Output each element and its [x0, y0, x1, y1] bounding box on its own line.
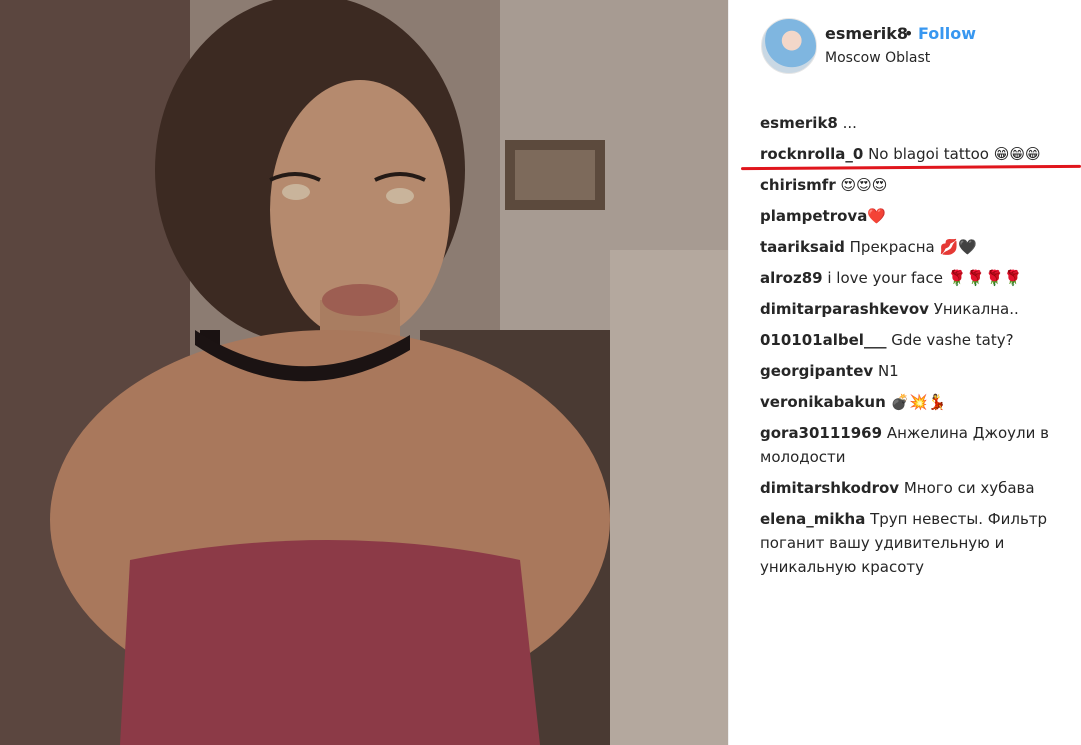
comment-text: Прекрасна 💋🖤: [849, 238, 977, 256]
comment-username[interactable]: elena_mikha: [760, 510, 865, 528]
comment-text: Уникална..: [933, 300, 1019, 318]
comment-username[interactable]: gora30111969: [760, 424, 882, 442]
comment-username[interactable]: chirismfr: [760, 176, 836, 194]
comment-item: gora30111969 Анжелина Джоули в молодости: [760, 421, 1078, 469]
comment-item: 010101albel___ Gde vashe taty?: [760, 328, 1078, 352]
comment-item: dimitarshkodrov Много си хубава: [760, 476, 1078, 500]
comment-username[interactable]: dimitarshkodrov: [760, 479, 899, 497]
comment-item: georgipantev N1: [760, 359, 1078, 383]
comment-username[interactable]: taariksaid: [760, 238, 845, 256]
comment-username[interactable]: plampetrova: [760, 207, 867, 225]
comment-username[interactable]: veronikabakun: [760, 393, 886, 411]
post-sidebar: esmerik8 • Follow Moscow Oblast esmerik8…: [728, 0, 1081, 745]
comment-username[interactable]: georgipantev: [760, 362, 873, 380]
comment-text: i love your face 🌹🌹🌹🌹: [827, 269, 1023, 287]
comment-text: N1: [877, 362, 899, 380]
portrait-photo-illustration: [0, 0, 728, 745]
comment-text: Gde vashe taty?: [891, 331, 1014, 349]
comment-item: veronikabakun 💣💥💃: [760, 390, 1078, 414]
comment-username[interactable]: dimitarparashkevov: [760, 300, 929, 318]
comment-text: ...: [842, 114, 857, 132]
comment-text: Много си хубава: [903, 479, 1035, 497]
comment-item: plampetrova❤️: [760, 204, 1078, 228]
separator-dot: •: [904, 24, 914, 43]
comment-item: esmerik8 ...: [760, 111, 1078, 135]
comment-username[interactable]: rocknrolla_0: [760, 145, 863, 163]
follow-button[interactable]: Follow: [918, 24, 976, 43]
comment-text: 💣💥💃: [890, 393, 947, 411]
comment-username[interactable]: esmerik8: [760, 114, 838, 132]
comment-item: taariksaid Прекрасна 💋🖤: [760, 235, 1078, 259]
post-header: esmerik8 • Follow Moscow Oblast: [761, 18, 1081, 74]
comment-item: rocknrolla_0 No blagoi tattoo 😁😁😁: [760, 142, 1078, 166]
post-location[interactable]: Moscow Oblast: [825, 50, 930, 66]
comment-text: 😍😍😍: [840, 176, 888, 194]
user-avatar[interactable]: [761, 18, 817, 74]
comments-list: esmerik8 ... rocknrolla_0 No blagoi tatt…: [760, 111, 1078, 586]
comment-text: ❤️: [867, 207, 887, 225]
comment-item: alroz89 i love your face 🌹🌹🌹🌹: [760, 266, 1078, 290]
post-username[interactable]: esmerik8: [825, 24, 908, 43]
post-photo: [0, 0, 728, 745]
comment-text: No blagoi tattoo 😁😁😁: [868, 145, 1041, 163]
comment-item: dimitarparashkevov Уникална..: [760, 297, 1078, 321]
comment-username[interactable]: alroz89: [760, 269, 823, 287]
comment-username[interactable]: 010101albel___: [760, 331, 886, 349]
comment-item: chirismfr 😍😍😍: [760, 173, 1078, 197]
comment-item: elena_mikha Труп невесты. Фильтр поганит…: [760, 507, 1078, 579]
